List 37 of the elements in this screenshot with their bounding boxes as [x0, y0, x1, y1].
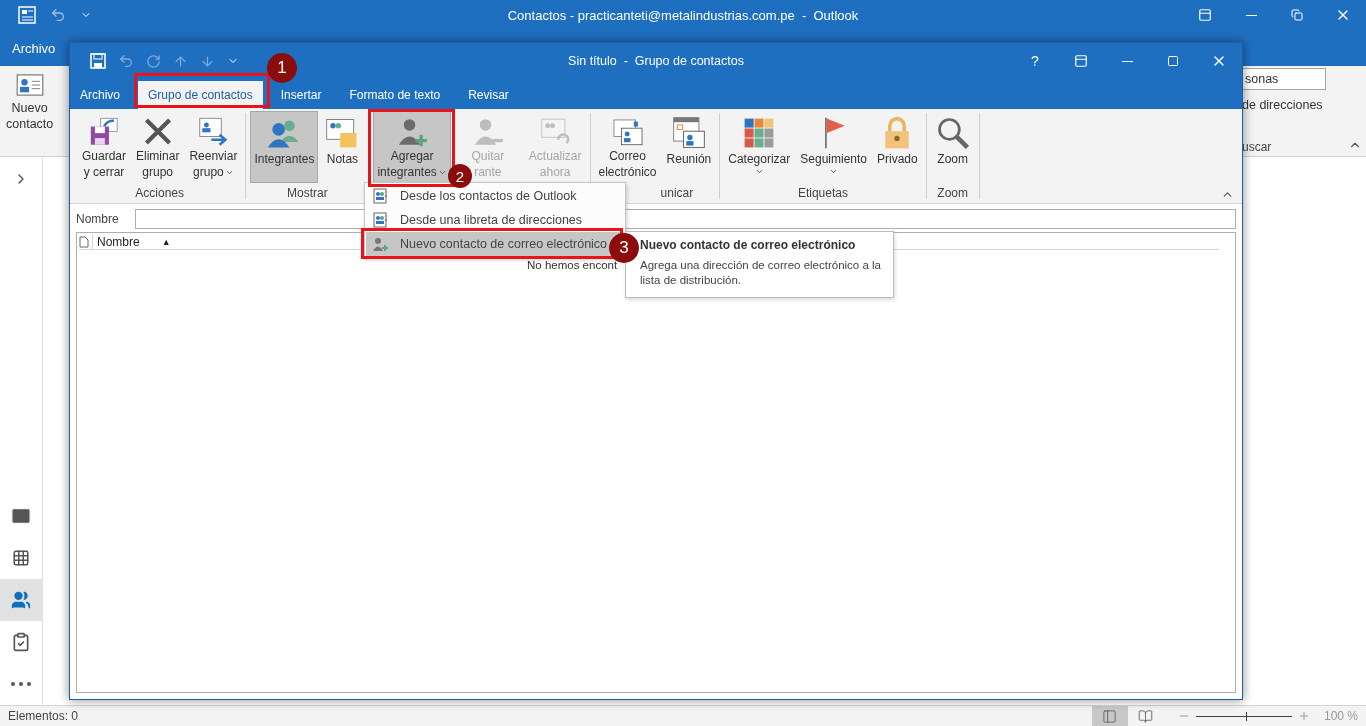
- group-label: Acciones: [135, 185, 185, 202]
- window-title: Contactos - practicanteti@metalindustrias.com.pe - Outlook: [507, 7, 859, 23]
- ribbon-tab[interactable]: Archivo: [70, 81, 130, 109]
- ribbon-button[interactable]: Guardar y cerrar: [78, 111, 131, 183]
- ribbon-tab[interactable]: Insertar: [270, 81, 332, 109]
- ribbon-button[interactable]: Agregar integrantes: [373, 111, 451, 183]
- tooltip-title: Nuevo contacto de correo electrónico: [640, 238, 857, 252]
- ribbon-button[interactable]: Notas: [320, 111, 365, 183]
- ribbon-button[interactable]: Categorizar: [724, 111, 795, 183]
- field-label: Nombre: [76, 212, 120, 226]
- new-contact-button[interactable]: Nuevo contacto: [0, 66, 60, 156]
- group-label: unicar: [659, 185, 694, 202]
- group-label: Zoom: [937, 185, 969, 202]
- ribbon-button[interactable]: Seguimiento: [796, 111, 871, 183]
- window-title: Sin título - Grupo de contactos: [568, 54, 744, 68]
- group-label: Mostrar: [287, 185, 328, 202]
- ribbon-tab[interactable]: Formato de texto: [339, 81, 451, 109]
- group-label: uscar: [1242, 140, 1273, 154]
- ribbon-button[interactable]: Reenviar grupo: [185, 111, 242, 183]
- ribbon-tab[interactable]: Revisar: [458, 81, 519, 109]
- column-header[interactable]: Nombre ▲: [92, 234, 175, 249]
- ribbon-button[interactable]: Eliminar grupo: [132, 111, 184, 183]
- ribbon-button[interactable]: Privado: [873, 111, 922, 183]
- ribbon-button[interactable]: Zoom: [930, 111, 975, 183]
- sort-arrow: ▲: [161, 236, 171, 247]
- tooltip-text: Agrega una dirección de correo electrónico a la lista de distribución.: [640, 258, 882, 288]
- group-label: Etiquetas: [797, 185, 848, 202]
- item-count: Elementos: 0: [7, 709, 79, 723]
- zoom-level: 100 %: [1322, 709, 1359, 723]
- ribbon-button[interactable]: Reunión: [662, 111, 716, 183]
- ribbon-button[interactable]: Correo electrónico: [594, 111, 661, 183]
- address-book-link[interactable]: de direcciones: [1242, 98, 1326, 112]
- search-field[interactable]: sonas: [1242, 68, 1326, 90]
- help-button[interactable]: ?: [1012, 46, 1058, 76]
- ribbon-tab[interactable]: Archivo: [0, 33, 68, 63]
- ribbon-button[interactable]: Integrantes: [250, 111, 319, 183]
- menu-item[interactable]: Desde una libreta de direcciones: [366, 208, 624, 232]
